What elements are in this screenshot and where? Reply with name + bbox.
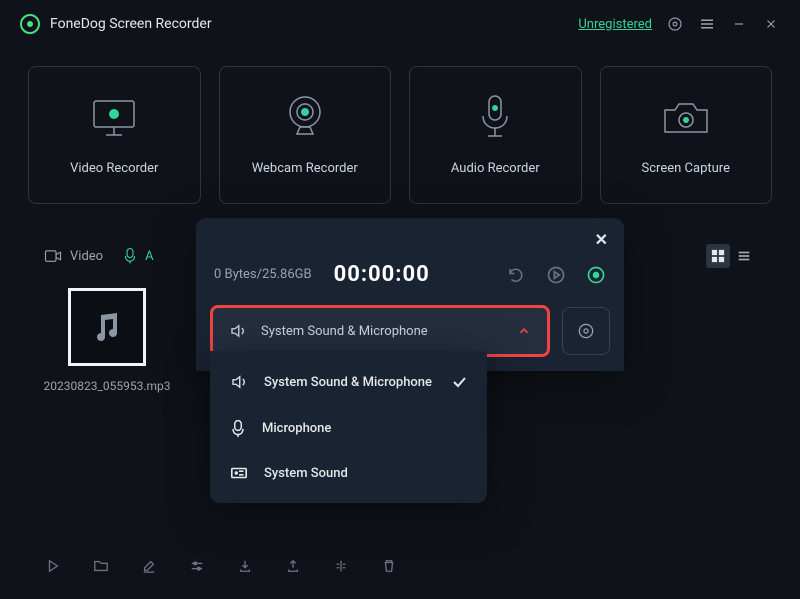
mic-icon — [230, 419, 246, 437]
mode-video-recorder[interactable]: Video Recorder — [28, 66, 201, 204]
brand: FoneDog Screen Recorder — [20, 14, 212, 34]
menu-icon[interactable] — [698, 15, 716, 33]
tab-video[interactable]: Video — [44, 249, 103, 264]
folder-icon[interactable] — [92, 557, 110, 575]
option-label: System Sound — [264, 466, 348, 481]
mic-rec-icon — [476, 95, 514, 141]
grid-view-button[interactable] — [706, 244, 730, 268]
settings-gear-icon[interactable] — [666, 15, 684, 33]
mode-label: Audio Recorder — [451, 161, 540, 176]
play-circle-icon[interactable] — [546, 265, 566, 285]
export-icon[interactable] — [284, 557, 302, 575]
mode-audio-recorder[interactable]: Audio Recorder — [409, 66, 582, 204]
dropdown-selected-label: System Sound & Microphone — [261, 324, 428, 339]
mode-webcam-recorder[interactable]: Webcam Recorder — [219, 66, 392, 204]
mode-label: Video Recorder — [70, 161, 158, 176]
option-microphone[interactable]: Microphone — [210, 405, 487, 451]
play-icon[interactable] — [44, 557, 62, 575]
sliders-icon[interactable] — [188, 557, 206, 575]
chevron-up-icon — [517, 324, 531, 338]
file-thumb-music-icon — [68, 288, 146, 366]
check-icon — [451, 374, 467, 390]
option-label: System Sound & Microphone — [264, 375, 432, 390]
tab-label: A — [145, 249, 153, 264]
import-icon[interactable] — [236, 557, 254, 575]
popup-close-icon[interactable]: ✕ — [595, 230, 608, 249]
recorder-controls — [506, 265, 606, 285]
list-view-button[interactable] — [732, 244, 756, 268]
close-icon[interactable] — [762, 15, 780, 33]
record-dot-icon[interactable] — [586, 265, 606, 285]
storage-text: 0 Bytes/25.86GB — [214, 267, 312, 282]
trash-icon[interactable] — [380, 557, 398, 575]
file-name: 20230823_055953.mp3 — [44, 378, 171, 395]
audio-source-row: System Sound & Microphone System Sound &… — [196, 305, 624, 371]
titlebar: FoneDog Screen Recorder Unregistered — [0, 0, 800, 48]
option-label: Microphone — [262, 421, 331, 436]
minimize-icon[interactable] — [730, 15, 748, 33]
app-logo-icon — [20, 14, 40, 34]
audio-recorder-popup: ✕ 0 Bytes/25.86GB 00:00:00 System Sound … — [196, 218, 624, 371]
mode-label: Webcam Recorder — [252, 161, 358, 176]
view-toggle — [706, 244, 756, 268]
audio-source-dropdown[interactable]: System Sound & Microphone System Sound &… — [210, 305, 550, 357]
camera-icon — [661, 95, 711, 141]
bottom-toolbar — [44, 557, 398, 575]
undo-icon[interactable] — [506, 265, 526, 285]
recorder-status-row: 0 Bytes/25.86GB 00:00:00 — [196, 218, 624, 305]
mode-grid: Video Recorder Webcam Recorder Audio Rec… — [0, 48, 800, 222]
speaker-icon — [230, 373, 248, 391]
tab-label: Video — [70, 249, 103, 264]
edit-icon[interactable] — [140, 557, 158, 575]
audio-settings-button[interactable] — [562, 307, 610, 355]
system-sound-icon — [230, 465, 248, 481]
app-name: FoneDog Screen Recorder — [50, 16, 212, 32]
audio-source-list: System Sound & Microphone Microphone Sys… — [210, 351, 487, 503]
mode-screen-capture[interactable]: Screen Capture — [600, 66, 773, 204]
titlebar-actions: Unregistered — [578, 15, 780, 33]
speaker-icon — [229, 322, 247, 340]
convert-icon[interactable] — [332, 557, 350, 575]
file-item[interactable]: 20230823_055953.mp3 — [52, 288, 162, 395]
option-system-sound[interactable]: System Sound — [210, 451, 487, 495]
tab-audio[interactable]: A — [123, 247, 153, 265]
unregistered-link[interactable]: Unregistered — [578, 17, 652, 32]
timer: 00:00:00 — [334, 262, 430, 287]
option-system-and-mic[interactable]: System Sound & Microphone — [210, 359, 487, 405]
mode-label: Screen Capture — [642, 161, 730, 176]
webcam-rec-icon — [282, 95, 328, 141]
monitor-rec-icon — [88, 95, 140, 141]
